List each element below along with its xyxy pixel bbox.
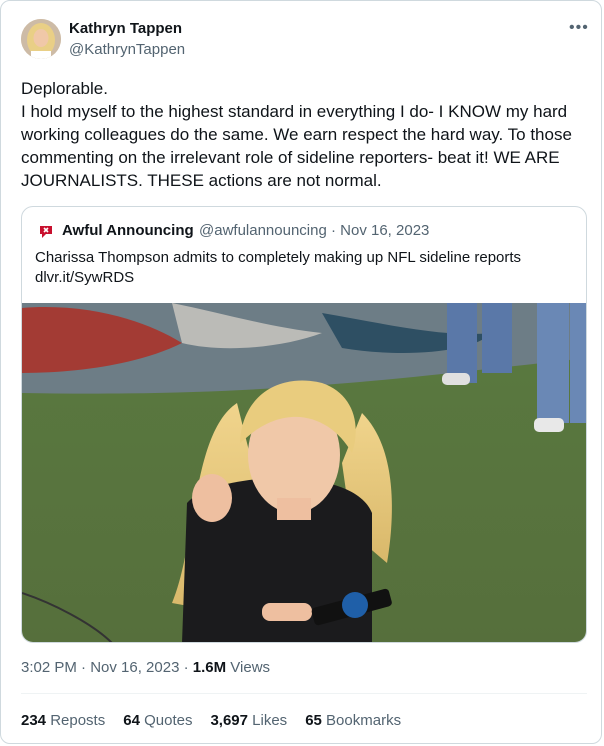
author-handle[interactable]: @KathrynTappen xyxy=(69,41,185,58)
avatar[interactable] xyxy=(21,19,61,59)
divider xyxy=(21,693,587,694)
quoted-tweet-photo[interactable] xyxy=(22,303,587,643)
tweet-metadata: 3:02 PM · Nov 16, 2023 · 1.6M Views xyxy=(21,659,270,676)
tweet-text: Deplorable. I hold myself to the highest… xyxy=(21,79,572,190)
author-name[interactable]: Kathryn Tappen xyxy=(69,20,182,37)
quoted-author-handle-date[interactable]: @awfulannouncing · Nov 16, 2023 xyxy=(199,222,429,239)
quoted-tweet-link[interactable]: dlvr.it/SywRDS xyxy=(35,268,134,288)
bookmarks-stat[interactable]: 65 Bookmarks xyxy=(305,712,401,729)
quotes-label: Quotes xyxy=(139,712,193,729)
engagement-stats: 234 Reposts 64 Quotes 3,697 Likes 65 Boo… xyxy=(21,712,401,729)
likes-stat[interactable]: 3,697 Likes xyxy=(210,712,287,729)
quoted-author-name[interactable]: Awful Announcing xyxy=(62,222,194,239)
avatar-image xyxy=(21,19,61,59)
reposts-label: Reposts xyxy=(46,712,106,729)
quotes-count: 64 xyxy=(123,712,140,729)
awful-announcing-logo-icon xyxy=(37,223,55,241)
views-label: Views xyxy=(226,659,271,676)
bookmarks-label: Bookmarks xyxy=(321,712,402,729)
likes-count: 3,697 xyxy=(210,712,248,729)
more-options-icon[interactable]: ••• xyxy=(569,19,589,37)
reposts-count: 234 xyxy=(21,712,47,729)
reposts-stat[interactable]: 234 Reposts xyxy=(21,712,105,729)
tweet-timestamp[interactable]: 3:02 PM · Nov 16, 2023 · xyxy=(21,659,193,676)
quotes-stat[interactable]: 64 Quotes xyxy=(123,712,192,729)
quoted-tweet[interactable]: Awful Announcing @awfulannouncing · Nov … xyxy=(21,206,587,643)
tweet-card: Kathryn Tappen @KathrynTappen ••• Deplor… xyxy=(0,0,602,744)
bookmarks-count: 65 xyxy=(305,712,322,729)
views-count: 1.6M xyxy=(192,659,227,676)
likes-label: Likes xyxy=(248,712,288,729)
quoted-tweet-text: Charissa Thompson admits to completely m… xyxy=(35,249,522,266)
